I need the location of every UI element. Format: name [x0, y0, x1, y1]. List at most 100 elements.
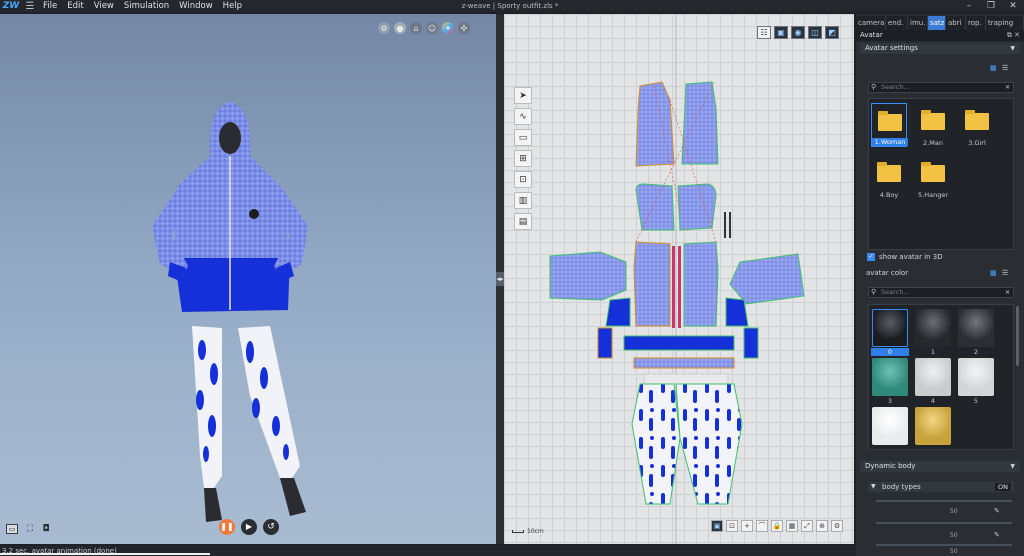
- panel-title-text: Avatar: [860, 31, 883, 39]
- avatar-color-2[interactable]: 2: [957, 308, 995, 356]
- edit-point-icon[interactable]: ⊡: [726, 520, 738, 532]
- tab-camera[interactable]: camera: [856, 16, 886, 30]
- avatar-color-3[interactable]: 3: [871, 357, 909, 405]
- panel-dock-controls[interactable]: ⧉ ✕: [1007, 30, 1020, 41]
- color-search-input[interactable]: ⚲ Search... ✕: [868, 287, 1014, 298]
- reset-button[interactable]: ↺: [263, 519, 279, 535]
- status-progress-bar: [0, 553, 210, 555]
- body-slider-2-value: 50: [950, 532, 958, 539]
- panel-tabs: camera end. imu. satz abri rop. traping: [856, 16, 1024, 30]
- slider-1-edit-icon[interactable]: ✎: [994, 507, 1003, 515]
- select-mode-icon[interactable]: ▣: [711, 520, 723, 532]
- grid-icon[interactable]: ▦: [786, 520, 798, 532]
- avatar-color-6[interactable]: [871, 406, 909, 454]
- add-point-icon[interactable]: +: [741, 520, 753, 532]
- search-icon: ⚲: [871, 288, 877, 296]
- viewport-2d[interactable]: ☷ ▣ ◉ ◫ ◩ ➤ ∿ ▭ ⊞ ⊡ ▥ ▤ 10cm ▣ ⊡ + ⌒ 🔒 ▦…: [504, 14, 854, 544]
- body-slider-3[interactable]: [876, 544, 1012, 546]
- avatar-color-0[interactable]: 0: [871, 308, 909, 356]
- color-search-placeholder: Search...: [881, 288, 910, 296]
- tab-rop[interactable]: rop.: [966, 16, 986, 30]
- tab-abri[interactable]: abri: [946, 16, 966, 30]
- settings-2d-icon[interactable]: ⚙: [831, 520, 843, 532]
- screenshot-icon[interactable]: ▭: [6, 524, 18, 534]
- tab-satz[interactable]: satz: [928, 16, 946, 30]
- body-slider-1-value: 50: [950, 508, 958, 515]
- avatar-icon[interactable]: ☺: [426, 22, 438, 34]
- body-types-label: body types: [882, 483, 921, 491]
- folder-icon: [878, 111, 902, 131]
- camera-icon[interactable]: ◘: [40, 524, 52, 534]
- sphere-icon[interactable]: ●: [394, 22, 406, 34]
- viewport-3d[interactable]: ⚙ ● ⌂ ☺ ✦ ✣ ▭ ⛶ ◘ ❚❚ ▶ ↺: [0, 14, 496, 544]
- maximize-button[interactable]: ❐: [980, 0, 1002, 12]
- avatar-color-7[interactable]: [914, 406, 952, 454]
- camera-move-icon[interactable]: ⛶: [24, 524, 36, 534]
- menu-help[interactable]: Help: [218, 0, 247, 12]
- properties-panel: camera end. imu. satz abri rop. traping …: [856, 14, 1024, 556]
- curve-point-icon[interactable]: ⌒: [756, 520, 768, 532]
- folder-hanger[interactable]: 5.Hanger: [915, 155, 951, 199]
- clear-search-icon[interactable]: ✕: [1005, 83, 1010, 92]
- color-grid-scrollbar[interactable]: [1016, 306, 1019, 366]
- body-slider-2[interactable]: [876, 522, 1012, 524]
- avatar-color-4[interactable]: 4: [914, 357, 952, 405]
- dynamic-body-label: Dynamic body: [865, 462, 916, 470]
- settings-icon[interactable]: ⚙: [378, 22, 390, 34]
- folder-icon: [877, 162, 901, 182]
- folder-woman[interactable]: 1.Woman: [871, 103, 908, 147]
- zoom-icon[interactable]: ⊕: [816, 520, 828, 532]
- pause-button[interactable]: ❚❚: [219, 519, 235, 535]
- show-avatar-checkbox[interactable]: ✓: [867, 253, 875, 261]
- avatar-color-grid: 0 1 2 3 4 5: [868, 304, 1014, 450]
- fit-icon[interactable]: ⤢: [801, 520, 813, 532]
- folder-icon: [921, 110, 945, 130]
- viewport-3d-toolbar: ⚙ ● ⌂ ☺ ✦ ✣: [378, 22, 470, 34]
- chevron-down-icon[interactable]: ▼: [871, 482, 876, 492]
- avatar-color-1[interactable]: 1: [914, 308, 952, 356]
- menu-file[interactable]: File: [38, 0, 62, 12]
- menu-edit[interactable]: Edit: [62, 0, 88, 12]
- menu-window[interactable]: Window: [174, 0, 218, 12]
- hamburger-menu-icon[interactable]: ☰: [22, 0, 38, 12]
- avatar-settings-header[interactable]: Avatar settings ▼: [860, 43, 1020, 54]
- viewport-2d-bottom-toolbar: ▣ ⊡ + ⌒ 🔒 ▦ ⤢ ⊕ ⚙: [711, 520, 843, 532]
- body-types-toggle[interactable]: ON: [995, 483, 1011, 491]
- grid-view-icon[interactable]: ▦: [990, 64, 999, 72]
- body-types-row: ▼ body types ON: [868, 482, 1014, 492]
- clear-search-icon[interactable]: ✕: [1005, 288, 1010, 297]
- folder-man[interactable]: 2.Man: [915, 103, 951, 147]
- tab-traping[interactable]: traping: [986, 16, 1024, 30]
- texture-icon[interactable]: ✦: [442, 22, 454, 34]
- axis-icon[interactable]: ✣: [458, 22, 470, 34]
- search-icon: ⚲: [871, 83, 877, 91]
- chevron-down-icon: ▼: [1010, 45, 1015, 52]
- body-slider-1[interactable]: [876, 500, 1012, 502]
- avatar-3d-figure[interactable]: [130, 96, 340, 536]
- folder-girl[interactable]: 3.Girl: [959, 103, 995, 147]
- minimize-button[interactable]: –: [958, 0, 980, 12]
- settings-search-input[interactable]: ⚲ Search... ✕: [868, 82, 1014, 93]
- chevron-down-icon: ▼: [1010, 463, 1015, 470]
- hanger-icon[interactable]: ⌂: [410, 22, 422, 34]
- splitter-handle[interactable]: ◂▸: [496, 272, 504, 286]
- scale-bar: 10cm: [512, 528, 544, 535]
- menu-simulation[interactable]: Simulation: [119, 0, 174, 12]
- close-button[interactable]: ✕: [1002, 0, 1024, 12]
- color-list-view-icon[interactable]: ☰: [1002, 269, 1011, 277]
- dynamic-body-header[interactable]: Dynamic body ▼: [860, 461, 1020, 472]
- avatar-color-label: avatar color: [866, 269, 909, 277]
- avatar-color-5[interactable]: 5: [957, 357, 995, 405]
- lock-icon[interactable]: 🔒: [771, 520, 783, 532]
- window-controls: – ❐ ✕: [958, 0, 1024, 12]
- menu-view[interactable]: View: [89, 0, 119, 12]
- tab-imu[interactable]: imu.: [908, 16, 928, 30]
- slider-2-edit-icon[interactable]: ✎: [994, 531, 1003, 539]
- pattern-pieces[interactable]: [504, 14, 854, 544]
- tab-end[interactable]: end.: [886, 16, 908, 30]
- list-view-icon[interactable]: ☰: [1002, 64, 1011, 72]
- avatar-folder-grid: 1.Woman 2.Man 3.Girl 4.Boy 5.Hanger: [868, 98, 1014, 250]
- folder-boy[interactable]: 4.Boy: [871, 155, 907, 199]
- color-grid-view-icon[interactable]: ▦: [990, 269, 999, 277]
- step-button[interactable]: ▶: [241, 519, 257, 535]
